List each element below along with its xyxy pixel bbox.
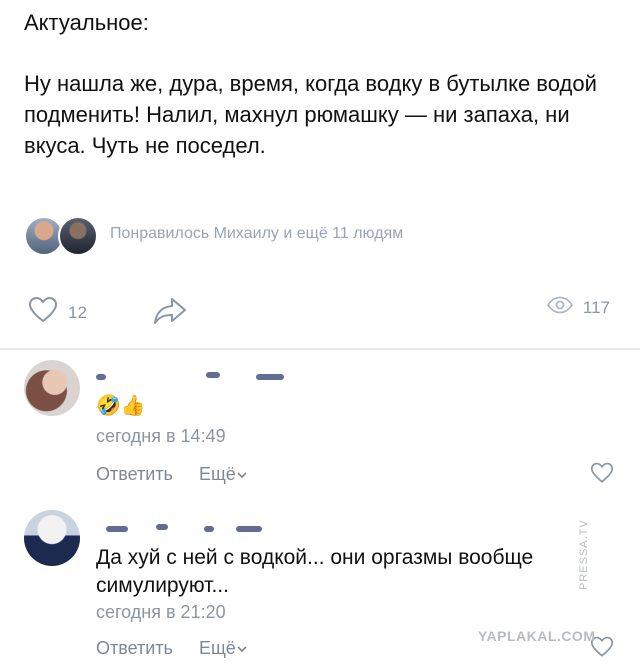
watermark-side: PRESSA.TV	[578, 519, 590, 590]
watermark-site: YAPLAKAL.COM	[478, 628, 596, 644]
heart-icon	[590, 462, 614, 488]
heart-icon	[28, 296, 58, 329]
comment-author-redacted[interactable]	[96, 368, 356, 388]
comment-actions: Ответить Ещё	[96, 464, 248, 485]
comment-like-button[interactable]	[590, 462, 614, 489]
more-button[interactable]: Ещё	[199, 638, 248, 659]
comment-time: сегодня в 14:49	[96, 426, 226, 446]
more-label: Ещё	[198, 464, 236, 484]
more-button[interactable]: Ещё	[199, 464, 248, 485]
reply-button[interactable]: Ответить	[96, 464, 173, 485]
divider	[0, 348, 640, 350]
post-actions: 12 117	[0, 292, 640, 332]
comment-emoji: 🤣👍	[96, 395, 146, 417]
avatar[interactable]	[58, 216, 98, 256]
views-count: 117	[582, 297, 610, 317]
comment-actions: Ответить Ещё	[96, 638, 248, 659]
reply-button[interactable]: Ответить	[96, 638, 173, 659]
comment-time: сегодня в 21:20	[96, 602, 226, 622]
like-button[interactable]: 12	[28, 296, 87, 329]
post-text: Ну нашла же, дура, время, когда водку в …	[24, 71, 597, 158]
likes-row[interactable]: Понравилось Михаилу и ещё 11 людям	[24, 214, 403, 256]
comment-author-redacted[interactable]	[96, 518, 356, 538]
more-label: Ещё	[198, 638, 236, 658]
comment-text: Да хуй с ней с водкой... они оргазмы воо…	[96, 546, 534, 597]
avatar[interactable]	[24, 510, 80, 566]
heart-icon	[590, 636, 614, 662]
chevron-down-icon	[236, 638, 248, 659]
eye-icon	[546, 296, 573, 319]
share-arrow-icon	[152, 298, 188, 330]
liker-avatars[interactable]	[24, 214, 100, 256]
views-counter: 117	[546, 296, 610, 319]
likes-summary[interactable]: Понравилось Михаилу и ещё 11 людям	[110, 225, 403, 243]
chevron-down-icon	[236, 464, 248, 485]
avatar[interactable]	[24, 360, 80, 416]
post-title: Актуальное:	[24, 10, 149, 35]
share-button[interactable]	[152, 296, 188, 331]
like-count: 12	[68, 302, 87, 322]
